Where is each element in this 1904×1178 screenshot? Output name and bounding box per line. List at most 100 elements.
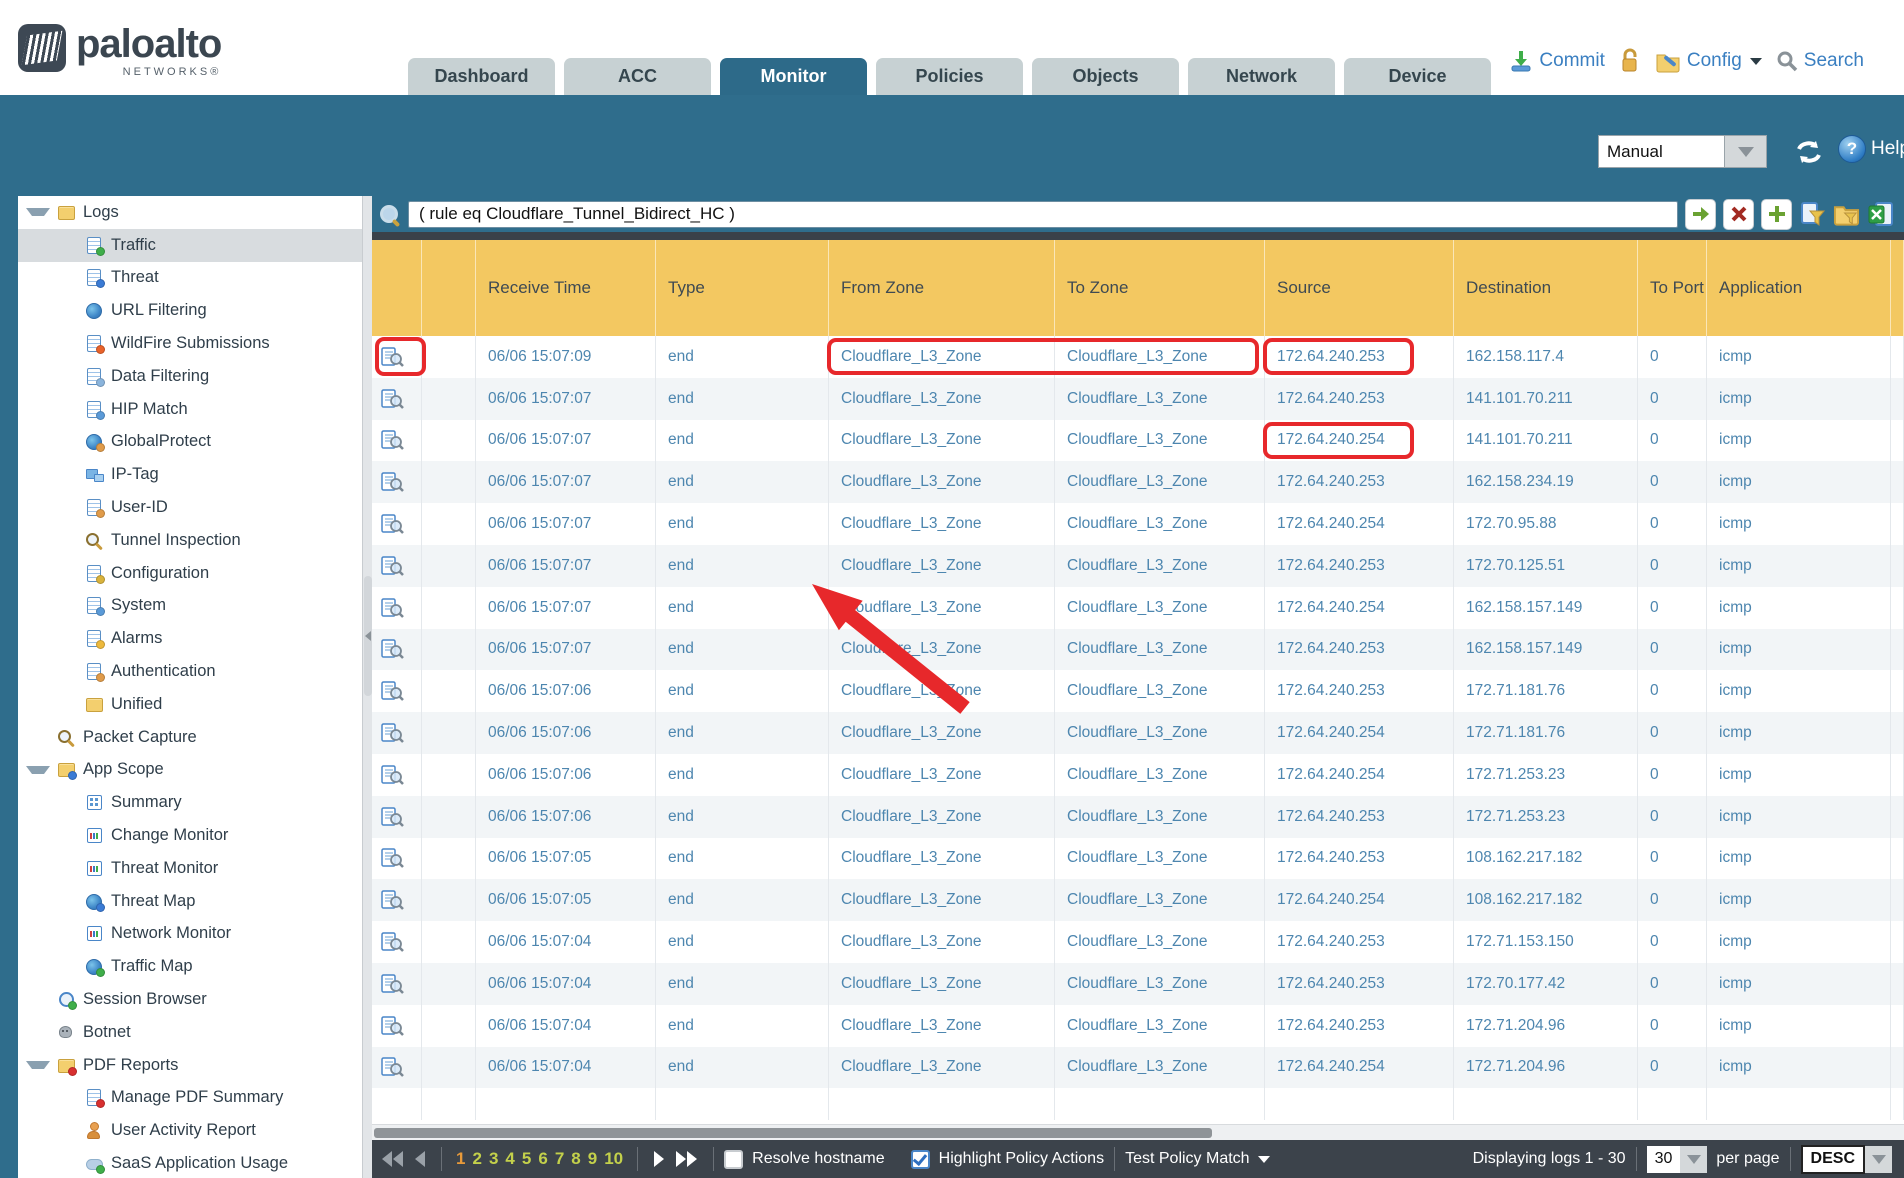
application-cell[interactable]: icmp bbox=[1707, 629, 1891, 671]
from-zone-cell[interactable]: Cloudflare_L3_Zone bbox=[829, 712, 1055, 754]
destination-cell[interactable]: 162.158.157.149 bbox=[1454, 587, 1638, 629]
destination-cell[interactable]: 172.71.204.96 bbox=[1454, 1005, 1638, 1047]
source-cell[interactable]: 172.64.240.254 bbox=[1265, 712, 1454, 754]
sidebar-item-manage-pdf-summary[interactable]: Manage PDF Summary bbox=[18, 1082, 362, 1115]
log-detail-icon[interactable] bbox=[381, 514, 404, 534]
horizontal-scrollbar[interactable] bbox=[372, 1124, 1904, 1140]
log-detail-icon[interactable] bbox=[381, 389, 404, 409]
log-detail-icon[interactable] bbox=[381, 1057, 404, 1077]
from-zone-cell[interactable]: Cloudflare_L3_Zone bbox=[829, 461, 1055, 503]
source-cell[interactable]: 172.64.240.254 bbox=[1265, 754, 1454, 796]
page-number[interactable]: 9 bbox=[588, 1149, 597, 1169]
receive-time-cell[interactable]: 06/06 15:07:04 bbox=[476, 921, 656, 963]
receive-time-cell[interactable]: 06/06 15:07:07 bbox=[476, 587, 656, 629]
sidebar-item-authentication[interactable]: Authentication bbox=[18, 655, 362, 688]
to-zone-cell[interactable]: Cloudflare_L3_Zone bbox=[1055, 879, 1265, 921]
action-cell[interactable]: a bbox=[1891, 461, 1904, 503]
receive-time-cell[interactable]: 06/06 15:07:06 bbox=[476, 712, 656, 754]
sidebar-item-packet-capture[interactable]: Packet Capture bbox=[18, 721, 362, 754]
sidebar-item-saas-application-usage[interactable]: SaaS Application Usage bbox=[18, 1147, 362, 1178]
type-cell[interactable]: end bbox=[656, 712, 829, 754]
destination-cell[interactable]: 172.70.177.42 bbox=[1454, 963, 1638, 1005]
destination-cell[interactable]: 172.70.125.51 bbox=[1454, 545, 1638, 587]
application-cell[interactable]: icmp bbox=[1707, 670, 1891, 712]
to-port-cell[interactable]: 0 bbox=[1638, 336, 1707, 378]
type-cell[interactable]: end bbox=[656, 754, 829, 796]
type-cell[interactable]: end bbox=[656, 378, 829, 420]
page-number[interactable]: 2 bbox=[472, 1149, 481, 1169]
application-cell[interactable]: icmp bbox=[1707, 378, 1891, 420]
receive-time-cell[interactable]: 06/06 15:07:07 bbox=[476, 378, 656, 420]
application-cell[interactable]: icmp bbox=[1707, 1047, 1891, 1089]
sidebar-item-hip-match[interactable]: HIP Match bbox=[18, 393, 362, 426]
to-zone-cell[interactable]: Cloudflare_L3_Zone bbox=[1055, 461, 1265, 503]
type-cell[interactable]: end bbox=[656, 629, 829, 671]
sidebar-item-logs[interactable]: Logs bbox=[18, 196, 362, 229]
destination-cell[interactable]: 108.162.217.182 bbox=[1454, 838, 1638, 880]
to-port-cell[interactable]: 0 bbox=[1638, 629, 1707, 671]
to-zone-cell[interactable]: Cloudflare_L3_Zone bbox=[1055, 503, 1265, 545]
prev-page-button[interactable] bbox=[415, 1151, 425, 1167]
expand-triangle-icon[interactable] bbox=[26, 766, 50, 774]
action-cell[interactable]: a bbox=[1891, 420, 1904, 462]
log-detail-icon[interactable] bbox=[381, 681, 404, 701]
from-zone-cell[interactable]: Cloudflare_L3_Zone bbox=[829, 629, 1055, 671]
action-cell[interactable]: a bbox=[1891, 378, 1904, 420]
action-cell[interactable]: a bbox=[1891, 754, 1904, 796]
action-cell[interactable]: a bbox=[1891, 587, 1904, 629]
column-header-flags[interactable] bbox=[422, 240, 476, 336]
to-port-cell[interactable]: 0 bbox=[1638, 796, 1707, 838]
resolve-hostname-checkbox[interactable] bbox=[724, 1150, 743, 1169]
action-cell[interactable]: a bbox=[1891, 963, 1904, 1005]
sidebar-item-user-activity-report[interactable]: User Activity Report bbox=[18, 1114, 362, 1147]
from-zone-cell[interactable]: Cloudflare_L3_Zone bbox=[829, 921, 1055, 963]
sidebar-splitter[interactable] bbox=[362, 196, 372, 1178]
to-port-cell[interactable]: 0 bbox=[1638, 754, 1707, 796]
to-zone-cell[interactable]: Cloudflare_L3_Zone bbox=[1055, 378, 1265, 420]
application-cell[interactable]: icmp bbox=[1707, 420, 1891, 462]
source-cell[interactable]: 172.64.240.254 bbox=[1265, 587, 1454, 629]
config-button[interactable]: Config bbox=[1655, 49, 1762, 73]
apply-filter-button[interactable] bbox=[1685, 199, 1716, 230]
to-port-cell[interactable]: 0 bbox=[1638, 963, 1707, 1005]
to-port-cell[interactable]: 0 bbox=[1638, 838, 1707, 880]
highlight-policy-actions-checkbox[interactable] bbox=[911, 1150, 930, 1169]
lock-icon[interactable] bbox=[1619, 48, 1641, 74]
destination-cell[interactable]: 172.71.253.23 bbox=[1454, 754, 1638, 796]
destination-cell[interactable]: 141.101.70.211 bbox=[1454, 378, 1638, 420]
from-zone-cell[interactable]: Cloudflare_L3_Zone bbox=[829, 545, 1055, 587]
sort-order-caret-button[interactable] bbox=[1865, 1146, 1892, 1173]
column-header-source[interactable]: Source bbox=[1265, 240, 1454, 336]
dashboard[interactable]: Dashboard bbox=[408, 58, 555, 95]
source-cell[interactable]: 172.64.240.253 bbox=[1265, 921, 1454, 963]
action-cell[interactable]: a bbox=[1891, 1005, 1904, 1047]
sidebar-item-user-id[interactable]: User-ID bbox=[18, 491, 362, 524]
type-cell[interactable]: end bbox=[656, 336, 829, 378]
sidebar-item-unified[interactable]: Unified bbox=[18, 688, 362, 721]
sidebar-item-threat-map[interactable]: Threat Map bbox=[18, 885, 362, 918]
type-cell[interactable]: end bbox=[656, 879, 829, 921]
destination-cell[interactable]: 108.162.217.182 bbox=[1454, 879, 1638, 921]
sidebar-item-ip-tag[interactable]: IP-Tag bbox=[18, 458, 362, 491]
receive-time-cell[interactable]: 06/06 15:07:07 bbox=[476, 420, 656, 462]
to-port-cell[interactable]: 0 bbox=[1638, 503, 1707, 545]
action-cell[interactable]: a bbox=[1891, 838, 1904, 880]
type-cell[interactable]: end bbox=[656, 1005, 829, 1047]
next-page-button[interactable] bbox=[654, 1151, 664, 1167]
from-zone-cell[interactable]: Cloudflare_L3_Zone bbox=[829, 378, 1055, 420]
destination-cell[interactable]: 172.71.153.150 bbox=[1454, 921, 1638, 963]
from-zone-cell[interactable]: Cloudflare_L3_Zone bbox=[829, 879, 1055, 921]
source-cell[interactable]: 172.64.240.253 bbox=[1265, 838, 1454, 880]
type-cell[interactable]: end bbox=[656, 921, 829, 963]
source-cell[interactable]: 172.64.240.253 bbox=[1265, 461, 1454, 503]
action-cell[interactable]: a bbox=[1891, 503, 1904, 545]
objects[interactable]: Objects bbox=[1032, 58, 1179, 95]
receive-time-cell[interactable]: 06/06 15:07:04 bbox=[476, 963, 656, 1005]
receive-time-cell[interactable]: 06/06 15:07:06 bbox=[476, 670, 656, 712]
to-zone-cell[interactable]: Cloudflare_L3_Zone bbox=[1055, 838, 1265, 880]
receive-time-cell[interactable]: 06/06 15:07:06 bbox=[476, 796, 656, 838]
receive-time-cell[interactable]: 06/06 15:07:05 bbox=[476, 879, 656, 921]
application-cell[interactable]: icmp bbox=[1707, 503, 1891, 545]
from-zone-cell[interactable]: Cloudflare_L3_Zone bbox=[829, 336, 1055, 378]
type-cell[interactable]: end bbox=[656, 670, 829, 712]
